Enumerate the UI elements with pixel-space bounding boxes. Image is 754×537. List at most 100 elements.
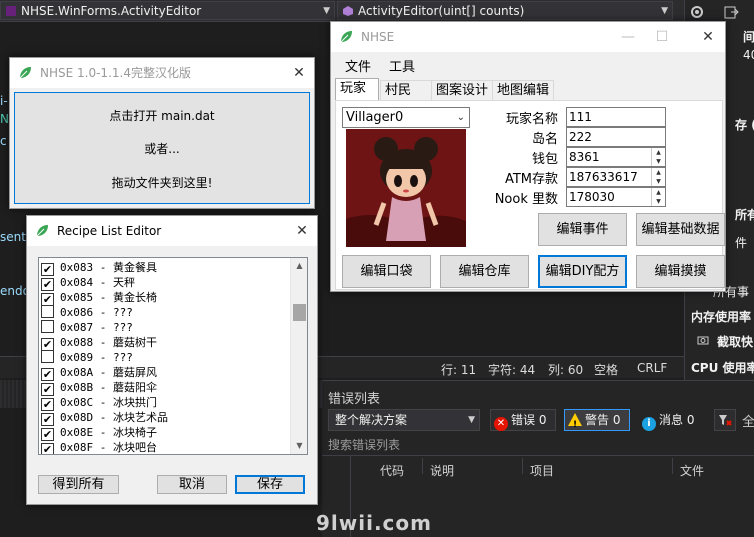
scroll-up-icon[interactable]: ▲ (291, 258, 307, 274)
spinner-arrows-icon[interactable]: ▲ ▼ (651, 188, 665, 206)
recipe-checkbox[interactable]: ✔ (41, 368, 54, 381)
recipe-separator: - (93, 426, 113, 439)
recipe-checkbox[interactable] (41, 305, 54, 318)
open-hint: 点击打开 main.dat (109, 109, 215, 123)
recipe-id: 0x088 (60, 336, 94, 349)
more-icon[interactable]: 全 (742, 411, 754, 430)
field-input[interactable]: 222 (566, 127, 666, 147)
edit-storage-button[interactable]: 编辑仓库 (440, 255, 529, 288)
field-input[interactable]: 187633617 ▲ ▼ (566, 167, 666, 187)
recipe-checkbox[interactable]: ✔ (41, 263, 54, 276)
get-all-button[interactable]: 得到所有 (38, 475, 119, 494)
scroll-down-icon[interactable]: ▼ (291, 438, 307, 454)
close-icon[interactable]: ✕ (284, 58, 314, 88)
edit-reactions-button[interactable]: 编辑摸摸 (636, 255, 725, 288)
column-header-project[interactable]: 项目 (530, 462, 554, 479)
recipe-checkbox[interactable]: ✔ (41, 443, 54, 454)
drop-zone[interactable]: 点击打开 main.dat 或者... 拖动文件夹到这里! (14, 92, 310, 204)
recipe-checkbox[interactable]: ✔ (41, 398, 54, 411)
scrollbar-thumb[interactable] (293, 304, 306, 321)
recipe-list-item[interactable]: ✔ 0x083 - 黄金餐具 (39, 260, 307, 276)
recipe-separator: - (93, 366, 113, 379)
minimize-icon[interactable]: — (613, 22, 643, 52)
recipe-list-item[interactable]: ✔ 0x084 - 天秤 (39, 275, 307, 291)
tab-player[interactable]: 玩家 (335, 78, 379, 100)
column-header-code[interactable]: 代码 (380, 462, 404, 479)
edit-diy-recipes-button[interactable]: 编辑DIY配方 (538, 255, 627, 288)
member-combo[interactable]: ActivityEditor(uint[] counts) ▼ (337, 1, 673, 20)
recipe-list-item[interactable]: 0x089 - ??? (39, 350, 307, 365)
field-value: 187633617 (569, 170, 638, 184)
tab-map[interactable]: 地图编辑 (492, 80, 554, 100)
error-search-input[interactable]: 搜索错误列表 (328, 436, 400, 453)
recipe-separator: - (93, 261, 113, 274)
errors-filter-button[interactable]: ✕ 错误 0 (490, 409, 556, 431)
spaces-indicator[interactable]: 空格 (594, 361, 618, 378)
recipe-list-item[interactable]: ✔ 0x08A - 蘑菇屏风 (39, 365, 307, 381)
recipe-list-item[interactable]: ✔ 0x08E - 冰块椅子 (39, 425, 307, 441)
messages-filter-button[interactable]: i 消息 0 (638, 409, 704, 431)
field-label: 钱包 (531, 152, 558, 167)
edit-events-button[interactable]: 编辑事件 (538, 213, 627, 246)
field-input[interactable]: 178030 ▲ ▼ (566, 187, 666, 207)
recipe-checkbox[interactable] (41, 350, 54, 363)
recipe-scrollbar[interactable]: ▲ ▼ (290, 258, 307, 454)
recipe-separator: - (93, 321, 113, 334)
tab-patterns[interactable]: 图案设计 (431, 80, 493, 100)
field-input[interactable]: 111 (566, 107, 666, 127)
export-icon[interactable] (723, 4, 741, 20)
side-text: 间: 5 (743, 30, 754, 44)
warnings-filter-button[interactable]: ! 警告 0 (564, 409, 630, 431)
recipe-separator: - (93, 351, 113, 364)
eol-indicator[interactable]: CRLF (637, 361, 667, 375)
villager-select[interactable]: Villager0 ⌄ (342, 107, 470, 128)
recipe-checkbox[interactable]: ✔ (41, 413, 54, 426)
maximize-icon[interactable]: ☐ (647, 22, 677, 52)
menu-file[interactable]: 文件 (345, 56, 371, 75)
recipe-list-item[interactable]: ✔ 0x08B - 蘑菇阳伞 (39, 380, 307, 396)
code-fragment: i- (0, 94, 8, 108)
tab-villagers[interactable]: 村民 (380, 80, 432, 100)
opener-titlebar[interactable]: NHSE 1.0-1.1.4完整汉化版 ✕ (10, 58, 314, 88)
recipe-checkbox[interactable]: ✔ (41, 428, 54, 441)
member-combo-value: ActivityEditor(uint[] counts) (358, 4, 525, 18)
cancel-button[interactable]: 取消 (157, 475, 227, 494)
column-header-file[interactable]: 文件 (680, 462, 704, 479)
error-icon: ✕ (494, 417, 508, 431)
col-indicator: 列: 60 (548, 363, 584, 377)
recipe-list-item[interactable]: ✔ 0x08F - 冰块吧台 (39, 440, 307, 454)
close-icon[interactable]: ✕ (287, 216, 317, 246)
recipe-checkbox[interactable]: ✔ (41, 383, 54, 396)
gear-icon[interactable] (689, 4, 707, 20)
recipe-list-item[interactable]: ✔ 0x08C - 冰块拱门 (39, 395, 307, 411)
spinner-arrows-icon[interactable]: ▲ ▼ (651, 168, 665, 186)
recipe-list-item[interactable]: 0x086 - ??? (39, 305, 307, 320)
menu-tools[interactable]: 工具 (389, 56, 415, 75)
file-combo[interactable]: NHSE.WinForms.ActivityEditor ▼ (0, 1, 335, 20)
recipe-titlebar[interactable]: Recipe List Editor ✕ (27, 216, 317, 246)
recipe-list-item[interactable]: ✔ 0x088 - 蘑菇树干 (39, 335, 307, 351)
recipe-checkbox[interactable]: ✔ (41, 278, 54, 291)
recipe-list-item[interactable]: ✔ 0x085 - 黄金长椅 (39, 290, 307, 306)
recipe-list[interactable]: ✔ 0x083 - 黄金餐具 ✔ 0x084 - 天秤 ✔ 0x085 - 黄金长椅 0x0… (38, 257, 308, 455)
recipe-name: ??? (113, 306, 133, 319)
edit-basic-data-button[interactable]: 编辑基础数据 (636, 213, 725, 246)
edit-pockets-button[interactable]: 编辑口袋 (342, 255, 431, 288)
recipe-checkbox[interactable] (41, 320, 54, 333)
scope-dropdown[interactable]: 整个解决方案 ▼ (328, 409, 480, 431)
watermark: 9lwii.com (316, 511, 432, 535)
save-button[interactable]: 保存 (235, 475, 305, 494)
spinner-arrows-icon[interactable]: ▲ ▼ (651, 148, 665, 166)
build-filter-icon[interactable] (714, 409, 736, 431)
nhse-titlebar[interactable]: NHSE — ☐ ✕ (331, 22, 725, 52)
close-icon[interactable]: ✕ (693, 22, 723, 52)
recipe-list-item[interactable]: ✔ 0x08D - 冰块艺术品 (39, 410, 307, 426)
field-label: 玩家名称 (505, 112, 558, 127)
recipe-name: ??? (113, 351, 133, 364)
recipe-name: 蘑菇屏风 (113, 366, 157, 379)
recipe-list-item[interactable]: 0x087 - ??? (39, 320, 307, 335)
side-text[interactable]: 截取快 (717, 333, 753, 350)
field-input[interactable]: 8361 ▲ ▼ (566, 147, 666, 167)
column-header-description[interactable]: 说明 (430, 462, 454, 479)
char-indicator: 字符: 44 (488, 363, 536, 377)
